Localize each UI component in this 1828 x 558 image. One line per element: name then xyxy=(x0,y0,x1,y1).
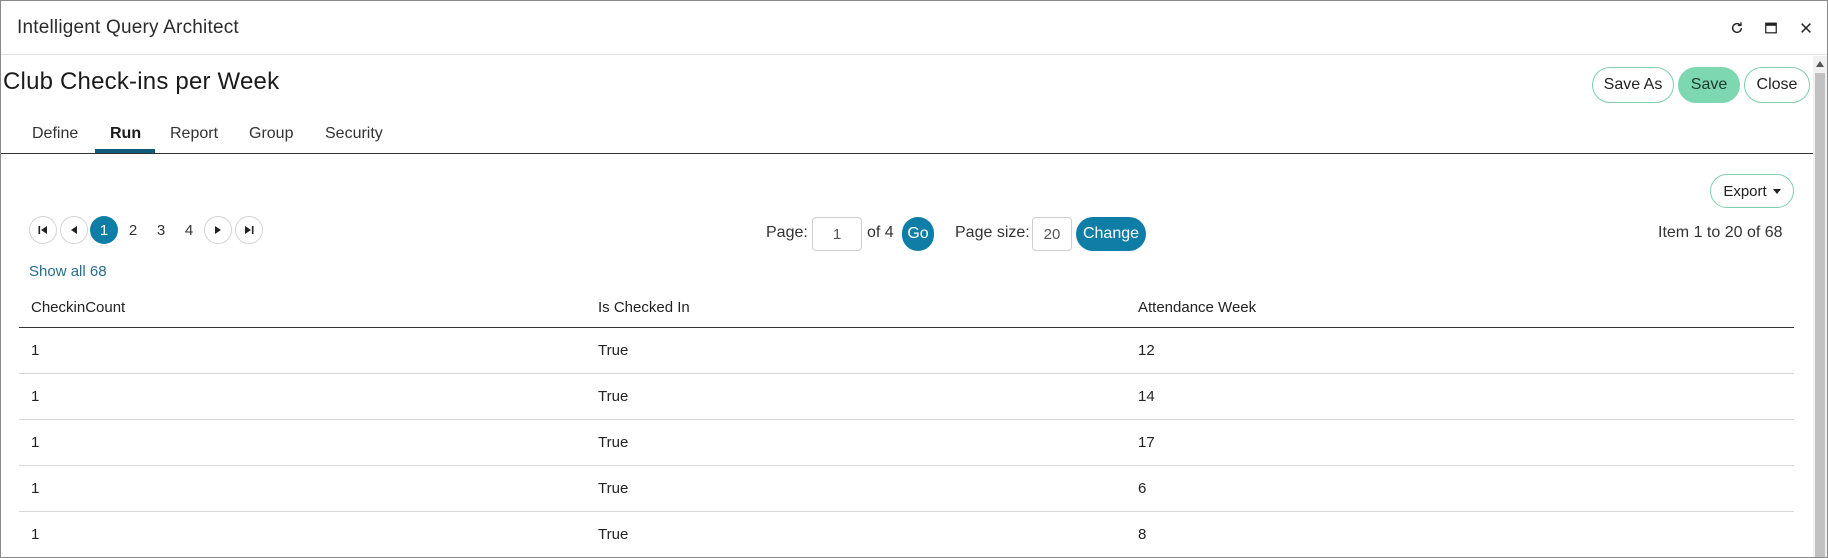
table-row: 1 True 17 xyxy=(19,420,1794,466)
table-cell: 1 xyxy=(31,342,40,359)
table-cell: True xyxy=(598,526,629,543)
save-button[interactable]: Save xyxy=(1678,67,1740,103)
page-size-label: Page size: xyxy=(955,224,1030,241)
maximize-icon[interactable] xyxy=(1758,15,1784,41)
page-link-3[interactable]: 3 xyxy=(147,216,175,244)
item-range-label: Item 1 to 20 of 68 xyxy=(1658,224,1783,241)
export-label: Export xyxy=(1723,182,1767,200)
results-table: CheckinCount Is Checked In Attendance We… xyxy=(19,288,1794,557)
table-row: 1 True 14 xyxy=(19,374,1794,420)
next-page-button[interactable] xyxy=(204,216,232,244)
page-link-1[interactable]: 1 xyxy=(90,216,118,244)
scrollbar-thumb[interactable] xyxy=(1815,73,1825,557)
table-row: 1 True 12 xyxy=(19,328,1794,374)
table-cell: 6 xyxy=(1138,480,1147,497)
table-cell: 1 xyxy=(31,480,40,497)
close-button[interactable]: Close xyxy=(1744,67,1810,103)
tab-define[interactable]: Define xyxy=(32,125,78,143)
table-cell: 8 xyxy=(1138,526,1147,543)
active-tab-indicator xyxy=(95,149,155,153)
column-header-is-checked-in[interactable]: Is Checked In xyxy=(598,288,690,327)
caret-down-icon xyxy=(1772,189,1781,194)
refresh-icon[interactable] xyxy=(1724,15,1750,41)
save-as-button[interactable]: Save As xyxy=(1592,67,1674,103)
show-all-link[interactable]: Show all 68 xyxy=(29,263,107,280)
page-link-2[interactable]: 2 xyxy=(119,216,147,244)
table-cell: 1 xyxy=(31,526,40,543)
close-icon[interactable] xyxy=(1793,15,1819,41)
last-page-icon xyxy=(245,226,254,234)
last-page-button[interactable] xyxy=(235,216,263,244)
first-page-icon xyxy=(38,226,47,234)
tab-report[interactable]: Report xyxy=(170,125,218,143)
table-cell: True xyxy=(598,388,629,405)
page-count-label: of 4 xyxy=(867,224,894,241)
tab-security[interactable]: Security xyxy=(325,125,383,143)
column-header-checkincount[interactable]: CheckinCount xyxy=(31,288,125,327)
page-title: Club Check-ins per Week xyxy=(3,68,280,95)
change-page-size-button[interactable]: Change xyxy=(1076,217,1146,251)
table-cell: 1 xyxy=(31,434,40,451)
table-row: 1 True 8 xyxy=(19,512,1794,557)
previous-page-button[interactable] xyxy=(60,216,88,244)
page-number-input[interactable] xyxy=(812,217,862,251)
page-size-input[interactable] xyxy=(1032,217,1072,251)
export-button[interactable]: Export xyxy=(1710,174,1794,208)
table-cell: 17 xyxy=(1138,434,1155,451)
go-button[interactable]: Go xyxy=(902,217,934,251)
table-cell: 14 xyxy=(1138,388,1155,405)
tab-bar: Define Run Report Group Security xyxy=(1,119,1813,154)
table-cell: 1 xyxy=(31,388,40,405)
table-header-row: CheckinCount Is Checked In Attendance We… xyxy=(19,288,1794,328)
tab-group[interactable]: Group xyxy=(249,125,293,143)
column-header-attendance-week[interactable]: Attendance Week xyxy=(1138,288,1256,327)
table-cell: True xyxy=(598,342,629,359)
first-page-button[interactable] xyxy=(29,216,57,244)
scroll-up-arrow-icon[interactable] xyxy=(1813,58,1827,70)
previous-page-icon xyxy=(71,226,77,234)
next-page-icon xyxy=(215,226,221,234)
title-bar: Intelligent Query Architect xyxy=(1,1,1827,55)
table-row: 1 True 6 xyxy=(19,466,1794,512)
app-title: Intelligent Query Architect xyxy=(17,17,239,38)
table-cell: True xyxy=(598,434,629,451)
page-link-4[interactable]: 4 xyxy=(175,216,203,244)
table-cell: 12 xyxy=(1138,342,1155,359)
page-label: Page: xyxy=(766,224,808,241)
tab-run[interactable]: Run xyxy=(110,125,141,143)
app-window: Intelligent Query Architect Club Check-i… xyxy=(0,0,1828,558)
table-cell: True xyxy=(598,480,629,497)
